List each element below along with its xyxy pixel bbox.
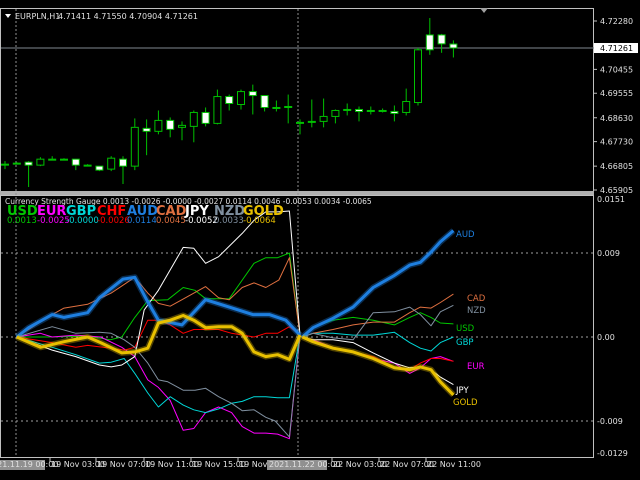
chf-strength-line: [302, 336, 454, 371]
candle-bearish: [166, 119, 175, 130]
candle-bullish: [178, 124, 186, 128]
legend-chf-value: -0.0026: [97, 216, 130, 226]
candle-bearish: [248, 91, 257, 97]
candle-bullish: [154, 119, 163, 132]
candle-bullish: [331, 109, 340, 117]
price-label: 4.69555: [600, 89, 633, 98]
legend-eur-value: -0.0025: [37, 216, 70, 226]
currency-legend: USD0.0013EUR-0.0025GBP-0.0000CHF-0.0026A…: [7, 204, 284, 226]
eur-line-label: EUR: [467, 362, 485, 372]
candle-bullish: [296, 121, 304, 124]
gbp-line-label: GBP: [456, 338, 474, 348]
candle-bearish: [201, 111, 210, 124]
cad-line-label: CAD: [467, 294, 486, 304]
price-label: 4.72280: [600, 17, 633, 26]
candle-bearish: [95, 165, 104, 171]
price-label: 4.68630: [600, 114, 633, 123]
candle-bullish: [48, 158, 57, 161]
candle-bullish: [378, 109, 387, 112]
candle-bearish: [119, 158, 127, 167]
candle-bullish: [366, 109, 375, 112]
legend-jpy-value: -0.0052: [185, 216, 218, 226]
usd-line-label: USD: [456, 324, 475, 334]
legend-nzd-value: 0.0033: [214, 216, 244, 226]
indicator-axis-label: 0.00: [597, 333, 615, 342]
price-label: 4.66805: [600, 162, 633, 171]
candle-bullish: [107, 157, 116, 170]
candle-bullish: [189, 111, 198, 127]
indicator-axis-label: 0.0151: [597, 195, 625, 204]
candle-bullish: [130, 126, 139, 167]
legend-cad-value: 0.0045: [156, 216, 186, 226]
candle-bearish: [425, 34, 434, 51]
indicator-pane-frame: [0, 195, 594, 458]
candle-bullish: [284, 105, 293, 108]
candle-bullish: [1, 163, 9, 166]
currency-strength-lines: [14, 210, 456, 440]
time-label: 19 Nov 07:00: [97, 460, 151, 469]
price-axis[interactable]: 4.72280 4.70455 4.69555 4.68630 4.67730 4.668…: [594, 17, 638, 195]
symbol-timeframe: EURPLN,H1: [15, 12, 60, 21]
cad-strength-line: [302, 293, 454, 338]
gold-line-label: GOLD: [453, 398, 478, 408]
ohlc-values: 4.71411 4.71550 4.70904 4.71261: [58, 12, 198, 21]
price-label: 4.70455: [600, 65, 633, 74]
candle-bearish: [449, 43, 458, 49]
legend-gbp-value: -0.0000: [66, 216, 99, 226]
candle-bearish: [225, 96, 234, 104]
candle-bearish: [24, 161, 33, 166]
candle-bullish: [36, 158, 45, 166]
aud-line-label: AUD: [456, 230, 475, 240]
candle-bearish: [355, 108, 363, 112]
chart-shift-marker-icon[interactable]: [480, 8, 488, 13]
indicator-axis-label: -0.0129: [597, 449, 628, 458]
gbp-strength-line: [16, 335, 301, 414]
indicator-axis-label: -0.009: [597, 417, 623, 426]
pane-separator[interactable]: [0, 191, 594, 195]
period-time-label: 2021.11.22 00:00: [269, 460, 340, 469]
gold-strength-line: [301, 335, 455, 396]
legend-usd-value: 0.0013: [7, 216, 37, 226]
indicator-axis-label: 0.009: [597, 249, 620, 258]
legend-gold-value: -0.0064: [243, 216, 276, 226]
time-label: 22 Nov 11:00: [427, 460, 481, 469]
time-axis[interactable]: 19 Nov 03:0019 Nov 07:0019 Nov 11:0019 N…: [0, 458, 481, 470]
candle-bullish: [237, 91, 245, 106]
candlestick-series: [1, 18, 458, 188]
candle-bullish: [83, 164, 92, 167]
legend-aud-value: 0.0114: [127, 216, 157, 226]
candle-bullish: [213, 96, 222, 124]
candle-bullish: [60, 158, 68, 161]
candle-bearish: [437, 34, 446, 45]
candle-bullish: [414, 49, 422, 104]
candle-bearish: [260, 95, 269, 108]
jpy-line-label: JPY: [455, 386, 469, 396]
candle-bullish: [307, 120, 316, 123]
price-label: 4.65905: [600, 186, 633, 195]
indicator-axis[interactable]: 0.0151 0.009 0.00 -0.009 -0.0129: [597, 195, 628, 458]
dropdown-triangle-icon[interactable]: [5, 14, 11, 18]
price-label: 4.67730: [600, 138, 633, 147]
candle-bullish: [343, 108, 352, 111]
candle-bullish: [402, 101, 411, 113]
candle-bearish: [142, 127, 151, 132]
candle-bullish: [272, 106, 281, 109]
candle-bullish: [12, 162, 21, 165]
candle-bearish: [71, 158, 80, 166]
candle-bearish: [390, 110, 399, 114]
candle-bullish: [319, 115, 328, 122]
nzd-line-label: NZD: [467, 306, 486, 316]
period-time-label: 2021.11.19 00:00: [0, 460, 58, 469]
chart-window[interactable]: USD EUR GBP AUD CAD JPY NZD GOLD 4.72280 4.70455…: [0, 0, 640, 480]
current-price-label: 4.71261: [600, 44, 633, 53]
